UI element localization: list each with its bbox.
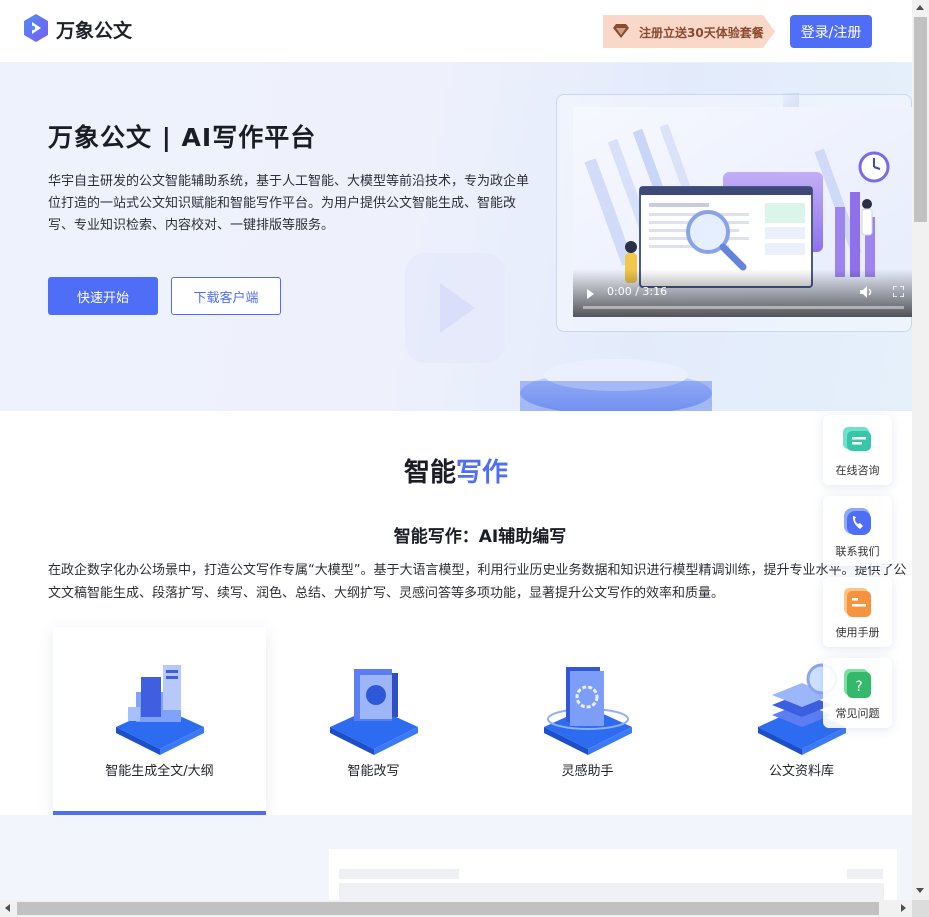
user-manual-button[interactable]: 使用手册 (823, 577, 892, 647)
manual-icon (844, 588, 871, 617)
video-progress-track[interactable] (583, 306, 904, 309)
scroll-right-arrow-icon[interactable] (901, 904, 906, 912)
svg-text:?: ? (855, 679, 862, 695)
brand-name[interactable]: 万象公文 (56, 16, 132, 43)
scroll-up-arrow-icon[interactable] (916, 5, 924, 10)
vertical-scrollbar[interactable] (912, 0, 929, 900)
fullscreen-icon[interactable] (893, 286, 904, 297)
top-header: 万象公文 注册立送30天体验套餐 登录/注册 (0, 0, 912, 63)
feature-card-inspiration[interactable]: 灵感助手 (481, 627, 694, 815)
intro-video[interactable]: 0:00 / 3:16 (573, 107, 912, 317)
section-title: 智能写作 (0, 452, 912, 489)
quick-start-button[interactable]: 快速开始 (48, 277, 158, 315)
scroll-down-arrow-icon[interactable] (916, 888, 924, 893)
faq-icon: ? (844, 669, 871, 698)
hero-title: 万象公文 | AI写作平台 (48, 123, 317, 152)
phone-icon (844, 508, 871, 535)
feature-preview-card (329, 849, 897, 900)
chat-icon (843, 427, 871, 451)
section-subtitle: 智能写作：AI辅助编写 (393, 527, 567, 547)
online-consult-button[interactable]: 在线咨询 (823, 415, 892, 485)
contact-us-button[interactable]: 联系我们 (823, 496, 892, 566)
side-label: 使用手册 (835, 626, 880, 639)
login-register-button[interactable]: 登录/注册 (790, 15, 872, 48)
scrollbar-corner (912, 900, 929, 917)
scroll-left-arrow-icon[interactable] (5, 904, 10, 912)
video-controls: 0:00 / 3:16 (573, 269, 912, 317)
feature-label: 智能改写 (347, 764, 400, 779)
feature-card-generate[interactable]: 智能生成全文/大纲 (53, 627, 266, 815)
promo-text[interactable]: 注册立送30天体验套餐 (639, 24, 764, 41)
document-generate-icon (115, 665, 204, 755)
rewrite-icon (329, 669, 418, 755)
section-title-part1: 智能 (403, 458, 456, 488)
play-icon[interactable] (587, 289, 594, 299)
section-description: 在政企数字化办公场景中，打造公文写作专属“大模型”。基于大语言模型，利用行业历史… (48, 563, 907, 601)
side-label: 在线咨询 (835, 464, 880, 477)
feature-label: 灵感助手 (561, 764, 614, 779)
feature-label: 公文资料库 (768, 764, 834, 779)
feature-label: 智能生成全文/大纲 (105, 764, 214, 779)
page-viewport: 万象公文 注册立送30天体验套餐 登录/注册 万象公文 | AI写作平台 华宇自… (0, 0, 912, 900)
side-label: 联系我们 (835, 545, 880, 558)
horizontal-scrollbar[interactable] (0, 900, 912, 917)
video-time: 0:00 / 3:16 (607, 285, 668, 298)
faq-button[interactable]: ? 常见问题 (823, 658, 892, 728)
vertical-scroll-thumb[interactable] (914, 17, 927, 222)
hero-description: 华宇自主研发的公文智能辅助系统，基于人工智能、大模型等前沿技术，专为政企单位打造… (48, 174, 530, 233)
volume-icon[interactable] (859, 285, 873, 299)
download-client-button[interactable]: 下载客户端 (171, 277, 281, 315)
horizontal-scroll-thumb[interactable] (17, 902, 879, 915)
logo-icon[interactable] (22, 13, 50, 43)
feature-card-rewrite[interactable]: 智能改写 (267, 627, 480, 815)
side-label: 常见问题 (835, 707, 880, 720)
hero-section: 万象公文 | AI写作平台 华宇自主研发的公文智能辅助系统，基于人工智能、大模型… (0, 63, 912, 411)
section-title-accent: 写作 (456, 458, 509, 488)
inspiration-icon (543, 667, 632, 755)
